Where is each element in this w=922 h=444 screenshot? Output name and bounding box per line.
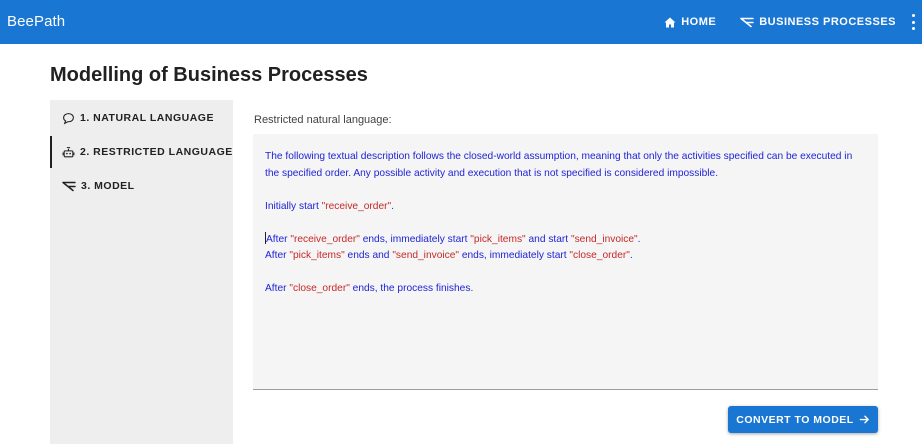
stepper-sidebar: 1. NATURAL LANGUAGE 2. RESTRICTED LANGUA…	[50, 100, 233, 444]
more-vert-icon[interactable]	[910, 14, 916, 30]
process-icon	[740, 17, 754, 27]
restricted-language-textarea[interactable]: The following textual description follow…	[253, 134, 878, 390]
home-button[interactable]: HOME	[664, 16, 716, 28]
step-label: 3. MODEL	[81, 180, 135, 192]
step-label: 1. NATURAL LANGUAGE	[80, 112, 214, 124]
chat-bubble-icon	[63, 112, 74, 124]
process-icon	[62, 181, 76, 191]
page-title: Modelling of Business Processes	[50, 64, 368, 86]
home-icon	[664, 17, 676, 27]
business-processes-label: BUSINESS PROCESSES	[759, 16, 896, 28]
intro-text: The following textual description follow…	[265, 151, 853, 179]
line-after-close-order: After "close_order" ends, the process fi…	[265, 283, 474, 294]
step-label: 2. RESTRICTED LANGUAGE	[80, 146, 233, 158]
arrow-right-icon	[859, 415, 869, 424]
line-after-receive-order: After "receive_order" ends, immediately …	[265, 231, 641, 245]
robot-icon	[62, 146, 75, 157]
convert-to-model-button[interactable]: CONVERT TO MODEL	[728, 406, 878, 433]
restricted-language-label: Restricted natural language:	[254, 114, 392, 126]
home-label: HOME	[681, 16, 717, 28]
top-nav: HOME BUSINESS PROCESSES	[640, 0, 896, 44]
step-model[interactable]: 3. MODEL	[50, 170, 233, 202]
step-natural-language[interactable]: 1. NATURAL LANGUAGE	[50, 102, 233, 134]
line-after-pick-items: After "pick_items" ends and "send_invoic…	[265, 250, 633, 261]
app-title[interactable]: BeePath	[7, 13, 65, 30]
convert-label: CONVERT TO MODEL	[736, 413, 854, 426]
line-initial: Initially start "receive_order".	[265, 200, 394, 212]
business-processes-button[interactable]: BUSINESS PROCESSES	[740, 16, 896, 28]
app-bar: BeePath HOME BUSINESS PROCESSES	[0, 0, 922, 44]
step-restricted-language[interactable]: 2. RESTRICTED LANGUAGE	[50, 136, 233, 168]
